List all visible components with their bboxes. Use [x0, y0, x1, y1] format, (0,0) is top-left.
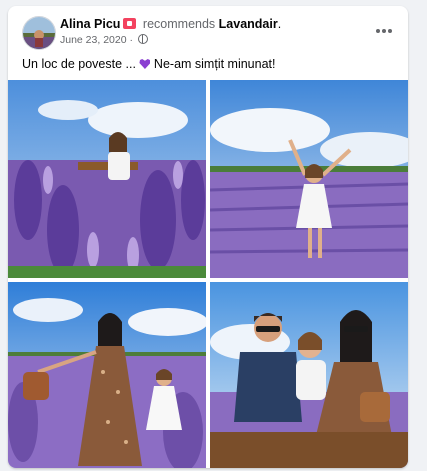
date-separator: · — [129, 34, 133, 46]
recommends-icon — [123, 18, 137, 29]
post-date[interactable]: June 23, 2020 — [60, 34, 127, 46]
caption-text: Un loc de poveste ... — [22, 57, 136, 71]
caption-end: Ne-am simțit minunat! — [153, 57, 276, 71]
purple-heart-icon — [139, 59, 151, 69]
post-card: Alina Picu recommends Lavandair. June 23… — [8, 6, 408, 468]
post-caption: Un loc de poveste ... Ne-am simțit minun… — [22, 57, 275, 71]
globe-icon[interactable] — [137, 34, 148, 44]
dot-icon — [376, 29, 380, 33]
photo-girl-arms-raised[interactable] — [210, 80, 408, 278]
post-header: Alina Picu recommends Lavandair. — [60, 17, 281, 31]
author-name[interactable]: Alina Picu — [60, 17, 120, 31]
page-suffix: . — [277, 17, 282, 31]
photo-mother-daughter[interactable] — [8, 282, 206, 468]
photo-girl-in-lavender[interactable] — [8, 80, 206, 278]
dot-icon — [382, 29, 386, 33]
avatar[interactable] — [22, 16, 56, 50]
post-meta: June 23, 2020 · — [60, 34, 148, 46]
page-link[interactable]: Lavandair — [219, 17, 278, 31]
recommends-text: recommends — [142, 17, 216, 31]
photo-family-bench[interactable] — [210, 282, 408, 468]
dot-icon — [388, 29, 392, 33]
more-options-button[interactable] — [372, 19, 396, 43]
